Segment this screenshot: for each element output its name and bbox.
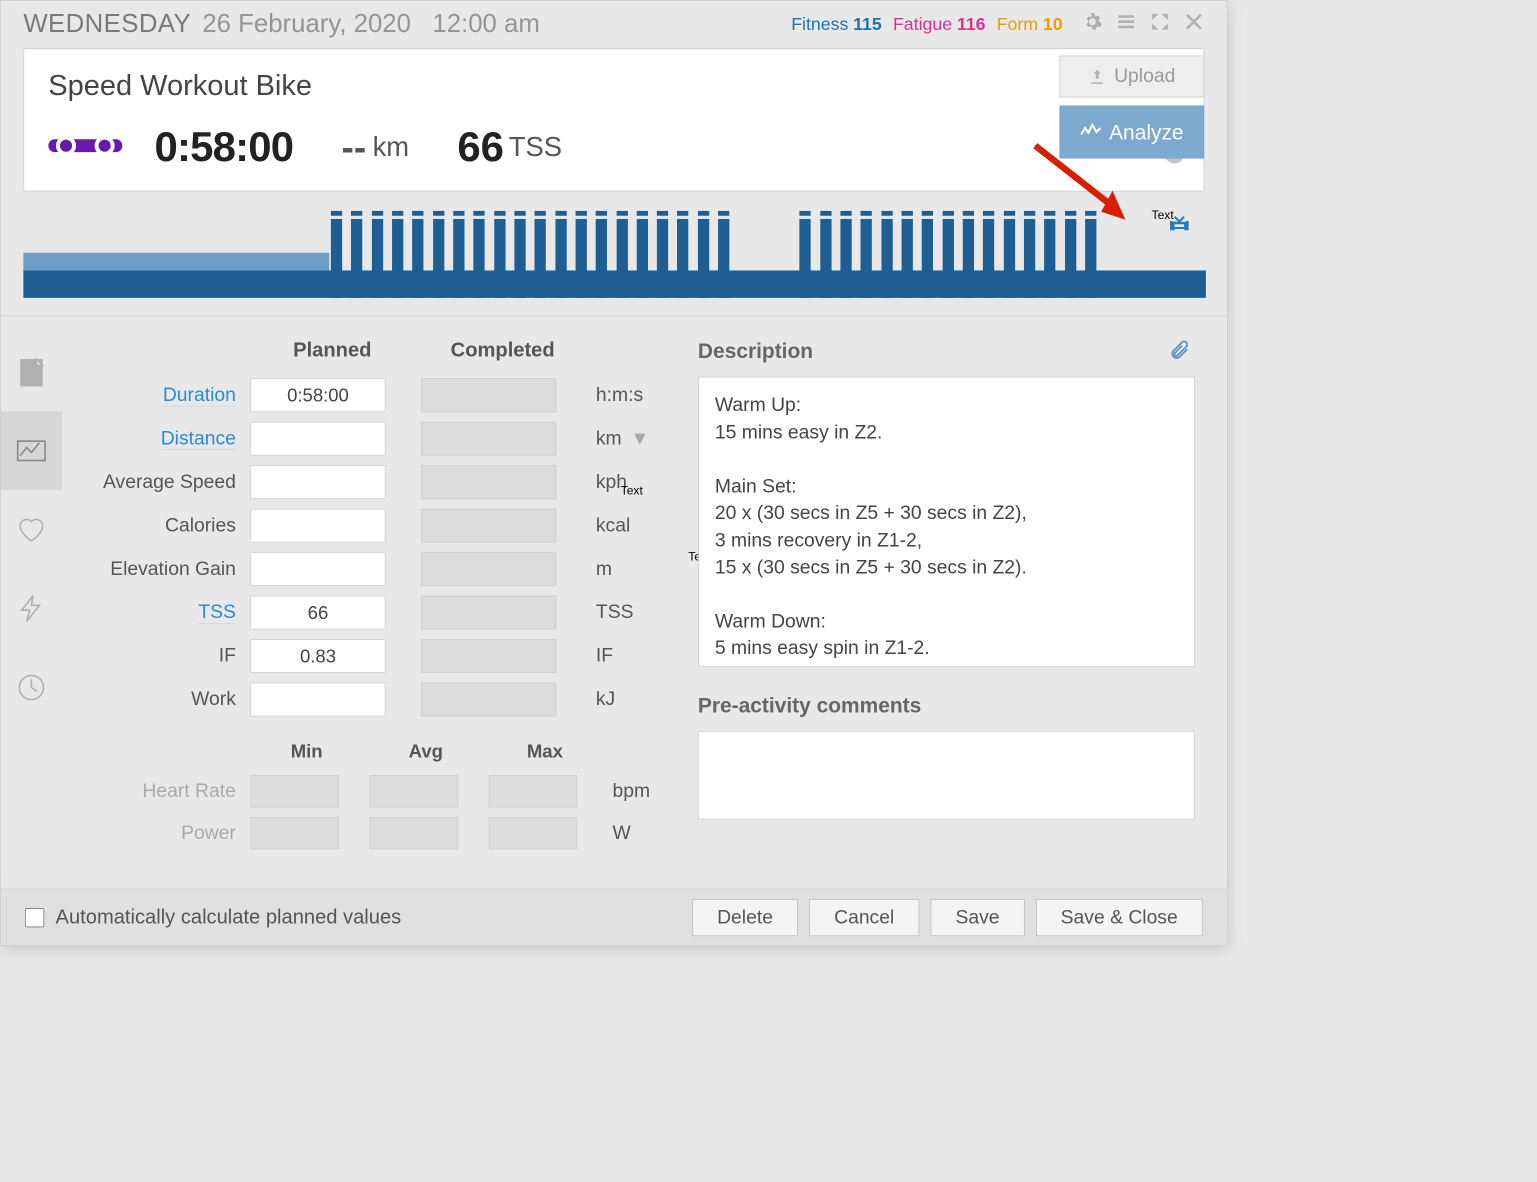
topbar: WEDNESDAY 26 February, 2020 12:00 am Fit… [1, 1, 1227, 45]
comments-textarea[interactable] [698, 731, 1195, 820]
bike-icon [48, 129, 122, 165]
col-completed: Completed [417, 339, 587, 374]
fatigue-label: Fatigue [893, 13, 952, 34]
description-heading: Description [698, 339, 1195, 364]
row-unit: bpm [604, 770, 665, 812]
tab-rail [1, 316, 62, 874]
fitness-value: 115 [853, 13, 882, 34]
completed-input[interactable] [421, 378, 556, 412]
col-planned: Planned [247, 339, 417, 374]
gear-icon[interactable] [1082, 11, 1103, 36]
form-value: 10 [1043, 13, 1063, 34]
min-input[interactable] [250, 817, 339, 849]
row-unit: kJ [588, 678, 666, 721]
cancel-button[interactable]: Cancel [809, 899, 919, 936]
row-unit: kph [588, 460, 666, 503]
workout-distance-unit: km [373, 132, 409, 163]
row-unit: m [588, 547, 666, 590]
description-textarea[interactable] [698, 377, 1195, 667]
tab-heart[interactable] [1, 490, 62, 569]
col-avg: Avg [366, 741, 485, 771]
tab-summary[interactable] [1, 332, 62, 411]
row-unit: W [604, 812, 665, 854]
workout-tss: 66 [457, 123, 504, 171]
menu-icon[interactable] [1116, 11, 1137, 36]
tab-time[interactable] [1, 648, 62, 727]
planned-input[interactable] [250, 378, 385, 412]
avg-input[interactable] [369, 817, 458, 849]
completed-input[interactable] [421, 509, 556, 543]
planned-input[interactable] [250, 552, 385, 586]
planned-input[interactable] [250, 509, 385, 543]
workout-duration: 0:58:00 [155, 123, 294, 171]
row-unit: IF [588, 634, 666, 677]
workout-editor-modal: WEDNESDAY 26 February, 2020 12:00 am Fit… [0, 0, 1228, 946]
workout-header-card: Speed Workout Bike 0:58:00 -- km 66 TSS [23, 48, 1204, 191]
close-icon[interactable] [1183, 11, 1204, 36]
row-label: Power [94, 812, 247, 854]
save-close-button[interactable]: Save & Close [1036, 899, 1203, 936]
minmax-table: Min Avg Max Heart Rate bpm Power W [94, 741, 666, 855]
tab-chart[interactable] [1, 411, 62, 490]
planned-input[interactable] [250, 596, 385, 630]
row-unit: kcal [588, 504, 666, 547]
fitness-metrics: Fitness 115 Fatigue 116 Form 10 [791, 13, 1062, 34]
expand-icon[interactable] [1150, 11, 1171, 36]
planned-input[interactable] [250, 639, 385, 673]
date-time: 26 February, 2020 12:00 am [202, 9, 539, 39]
tab-power[interactable] [1, 569, 62, 648]
auto-calculate-label: Automatically calculate planned values [56, 906, 402, 929]
completed-input[interactable] [421, 465, 556, 499]
completed-input[interactable] [421, 683, 556, 717]
row-label[interactable]: Duration [94, 374, 247, 417]
row-unit: h:m:s [588, 374, 666, 417]
save-button[interactable]: Save [930, 899, 1024, 936]
workout-tss-label: TSS [509, 132, 562, 163]
comments-heading: Pre-activity comments [698, 693, 1195, 718]
row-label: Average Speed [94, 460, 247, 503]
col-max: Max [485, 741, 604, 771]
row-label: Calories [94, 504, 247, 547]
attachment-icon[interactable] [1169, 339, 1190, 366]
completed-input[interactable] [421, 596, 556, 630]
row-label[interactable]: TSS [94, 591, 247, 634]
row-label[interactable]: Distance [94, 417, 247, 460]
row-label: Work [94, 678, 247, 721]
row-label: IF [94, 634, 247, 677]
row-label: Heart Rate [94, 770, 247, 812]
interval-chart [23, 214, 1204, 298]
bottombar: Automatically calculate planned values D… [1, 889, 1227, 945]
max-input[interactable] [489, 775, 578, 807]
workout-title[interactable]: Speed Workout Bike [48, 68, 1179, 102]
planned-input[interactable] [250, 683, 385, 717]
row-label: Elevation Gain [94, 547, 247, 590]
auto-calculate-checkbox[interactable] [25, 908, 44, 927]
delete-button[interactable]: Delete [692, 899, 798, 936]
min-input[interactable] [250, 775, 339, 807]
fatigue-value: 116 [957, 13, 986, 34]
completed-input[interactable] [421, 552, 556, 586]
planned-table: Planned Completed Duration h:m:s Distance k… [94, 339, 666, 721]
row-unit: TSS [588, 591, 666, 634]
col-min: Min [247, 741, 366, 771]
day-name: WEDNESDAY [23, 9, 191, 39]
fitness-label: Fitness [791, 13, 848, 34]
analyze-button[interactable]: Analyze [1059, 105, 1204, 158]
completed-input[interactable] [421, 422, 556, 456]
completed-input[interactable] [421, 639, 556, 673]
row-unit: km ▼ [588, 417, 666, 460]
max-input[interactable] [489, 817, 578, 849]
planned-input[interactable] [250, 422, 385, 456]
form-label: Form [997, 13, 1038, 34]
upload-button[interactable]: Upload [1059, 56, 1204, 98]
planned-input[interactable] [250, 465, 385, 499]
workout-distance: -- [342, 126, 367, 169]
avg-input[interactable] [369, 775, 458, 807]
